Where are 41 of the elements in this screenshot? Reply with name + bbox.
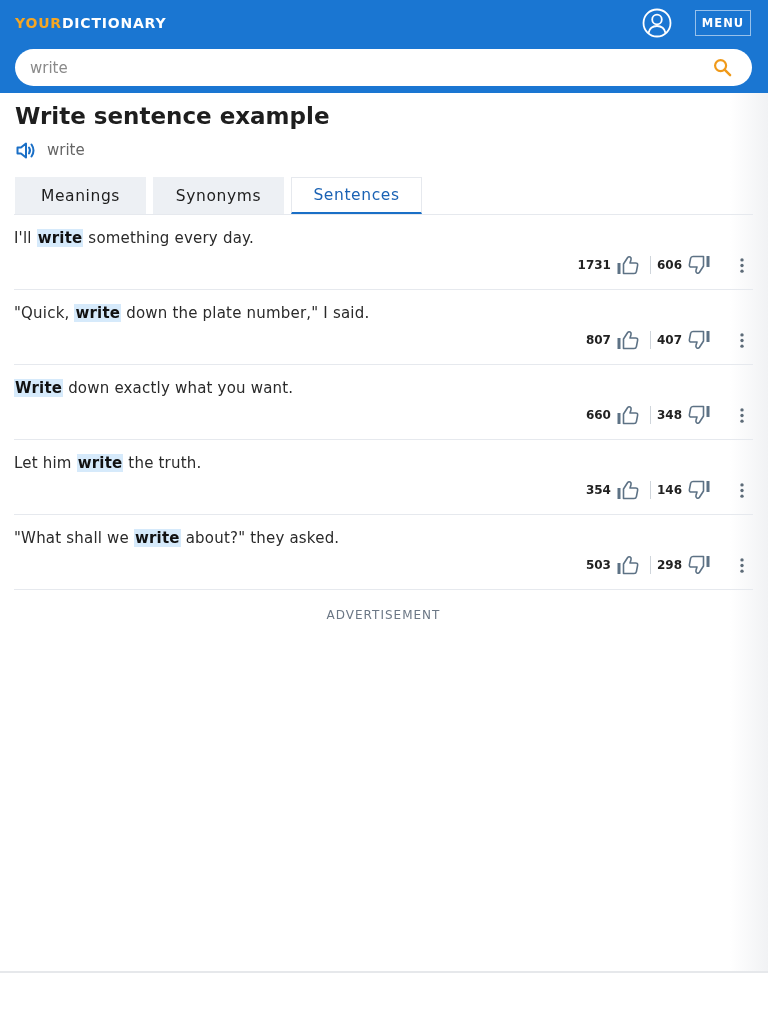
thumbs-down-icon[interactable]	[688, 330, 710, 350]
more-options-icon[interactable]	[740, 557, 744, 573]
more-options-icon[interactable]	[740, 332, 744, 348]
upvote-count: 807	[585, 333, 611, 347]
sentence-text: "Quick, write down the plate number," I said.	[14, 303, 371, 324]
tab[interactable]: Sentences	[291, 177, 422, 214]
sentence-text: "What shall we write about?" they asked.	[14, 528, 341, 549]
page-title: Write sentence example	[14, 102, 331, 131]
advertisement-label: ADVERTISEMENT	[325, 608, 442, 622]
upvote-count: 354	[585, 483, 611, 497]
downvote-count: 348	[656, 408, 682, 422]
thumbs-up-icon[interactable]	[616, 330, 639, 350]
upvote-count: 1731	[577, 258, 611, 272]
more-options-icon[interactable]	[740, 482, 744, 498]
sentence-text: Let him write the truth.	[14, 453, 203, 474]
sentence-text: Write down exactly what you want.	[14, 378, 295, 399]
thumbs-up-icon[interactable]	[616, 255, 639, 275]
tab[interactable]: Meanings	[15, 177, 146, 214]
upvote-count: 660	[585, 408, 611, 422]
thumbs-up-icon[interactable]	[616, 480, 639, 500]
upvote-count: 503	[585, 558, 611, 572]
more-options-icon[interactable]	[740, 257, 744, 273]
thumbs-down-icon[interactable]	[688, 405, 710, 425]
thumbs-up-icon[interactable]	[616, 405, 639, 425]
downvote-count: 407	[656, 333, 682, 347]
thumbs-down-icon[interactable]	[688, 255, 710, 275]
logo[interactable]: YOURDICTIONARY	[15, 14, 167, 31]
thumbs-down-icon[interactable]	[688, 555, 710, 575]
sentence-text: I'll write something every day.	[14, 228, 255, 249]
downvote-count: 298	[656, 558, 682, 572]
thumbs-down-icon[interactable]	[688, 480, 710, 500]
downvote-count: 606	[656, 258, 682, 272]
search-field[interactable]: write	[15, 49, 752, 86]
speaker-icon[interactable]	[16, 141, 36, 159]
menu-button[interactable]: MENU	[695, 9, 751, 36]
downvote-count: 146	[656, 483, 682, 497]
pronunciation-word: write	[47, 141, 85, 159]
tab[interactable]: Synonyms	[153, 177, 284, 214]
thumbs-up-icon[interactable]	[616, 555, 639, 575]
user-icon[interactable]	[642, 7, 672, 38]
more-options-icon[interactable]	[740, 407, 744, 423]
